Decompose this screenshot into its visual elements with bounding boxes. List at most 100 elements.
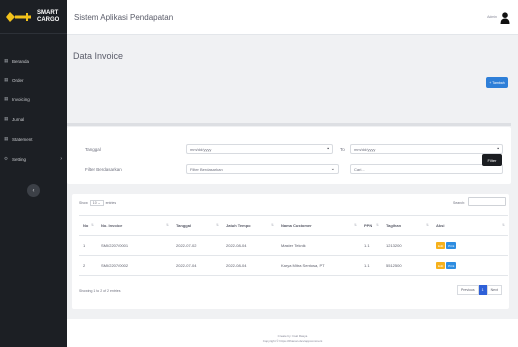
calendar-icon[interactable]: ▪: [327, 146, 329, 152]
table-search-label: Search:: [453, 201, 466, 205]
sidebar-item-order[interactable]: ▦ Order: [0, 73, 67, 87]
show-label: Show: [79, 201, 88, 205]
grid-icon: ▦: [4, 58, 9, 63]
grid-icon: ▦: [4, 96, 9, 101]
search-placeholder: Cari...: [354, 166, 365, 172]
filter-button[interactable]: Filter: [482, 154, 502, 166]
to-label: To: [340, 147, 345, 152]
invoice-table: No ⇅ No. Invoice ⇅ Tanggal ⇅ Jatuh Tempo ⇅ N…: [79, 215, 508, 276]
pagination: Previous 1 Next: [457, 285, 502, 295]
cell-tanggal: 2022-07-02: [172, 235, 222, 256]
footer-credit: Create by: Irsal Rasya: [277, 334, 308, 338]
sort-icon: ⇅: [271, 223, 274, 227]
next-page-button[interactable]: Next: [486, 285, 502, 295]
search-input[interactable]: Cari...: [350, 164, 503, 174]
col-label: Tanggal: [176, 223, 192, 228]
filter-by-select[interactable]: Filter Berdasarkan ⌄: [186, 164, 339, 174]
page-title: Data Invoice: [73, 51, 124, 61]
user-icon: [500, 11, 510, 24]
sidebar-toggle-button[interactable]: ‹: [27, 184, 40, 197]
col-tagihan[interactable]: Tagihan ⇅: [382, 215, 432, 236]
calendar-icon[interactable]: ▪: [497, 146, 499, 152]
cell-jatuh-tempo: 2022-08-04: [222, 235, 277, 256]
sidebar-item-beranda[interactable]: ▦ Beranda: [0, 54, 67, 68]
sidebar: SMART CARGO ▦ Beranda ▦ Order ▦ Invoicin…: [0, 0, 67, 347]
entries-label: entries: [105, 201, 117, 205]
cell-no: 1: [79, 235, 97, 256]
sort-icon: ⇅: [166, 223, 169, 227]
show-entries: Show 10 ⌄ entries: [79, 200, 116, 206]
table-info: Showing 1 to 2 of 2 entries: [79, 289, 121, 293]
cell-customer: Karya Mitra Sentosa, PT: [277, 255, 360, 276]
cell-ppn: 1.1: [360, 235, 382, 256]
col-aksi[interactable]: Aksi ⇅: [432, 215, 508, 236]
col-label: Jatuh Tempo: [226, 223, 251, 228]
sidebar-item-label: Setting: [12, 156, 27, 162]
app-title: Sistem Aplikasi Pendapatan: [74, 13, 174, 22]
entries-value: 10: [92, 201, 97, 205]
user-menu[interactable]: Admin: [487, 11, 510, 24]
date-to-input[interactable]: mm/dd/yyyy ▪: [350, 144, 503, 154]
cell-customer: Master Teknik: [277, 235, 360, 256]
col-tanggal[interactable]: Tanggal ⇅: [172, 215, 222, 236]
table-row: 2 SMI/2207/0002 2022-07-04 2022-08-04 Ka…: [79, 255, 508, 276]
col-no[interactable]: No ⇅: [79, 215, 97, 236]
chevron-down-icon: ⌄: [97, 201, 101, 205]
col-nama-customer[interactable]: Nama Customer ⇅: [277, 215, 360, 236]
sort-icon: ⇅: [376, 223, 379, 227]
sidebar-item-setting[interactable]: ⚙ Setting ›: [0, 152, 67, 166]
brand-name: SMART CARGO: [37, 10, 59, 24]
brand[interactable]: SMART CARGO: [0, 0, 67, 34]
print-button[interactable]: Print: [446, 262, 457, 269]
cell-invoice: SMI/2207/0001: [97, 235, 172, 256]
cell-invoice: SMI/2207/0002: [97, 255, 172, 276]
page-button[interactable]: 1: [478, 285, 487, 295]
entries-select[interactable]: 10 ⌄: [89, 200, 104, 206]
grid-icon: ▦: [4, 136, 9, 141]
sidebar-item-label: Order: [12, 77, 24, 83]
col-label: Tagihan: [386, 223, 402, 228]
cell-ppn: 1.1: [360, 255, 382, 276]
date-to-value: mm/dd/yyyy: [354, 146, 376, 152]
filter-by-label: Filter Berdasarkan: [85, 167, 122, 172]
table-search-input[interactable]: [468, 197, 506, 206]
chevron-down-icon: ⌄: [330, 166, 335, 172]
col-label: No: [83, 223, 89, 228]
date-from-value: mm/dd/yyyy: [190, 146, 212, 152]
prev-page-button[interactable]: Previous: [457, 285, 479, 295]
col-jatuh-tempo[interactable]: Jatuh Tempo ⇅: [222, 215, 277, 236]
col-ppn[interactable]: PPN ⇅: [360, 215, 382, 236]
filter-card: [67, 127, 511, 184]
col-label: No. Invoice: [101, 223, 123, 228]
sidebar-item-label: Statement: [12, 136, 33, 142]
cell-aksi: Edit Print: [432, 235, 508, 256]
footer: Create by: Irsal Rasya Copyright © https…: [67, 319, 518, 347]
grid-icon: ▦: [4, 116, 9, 121]
print-button[interactable]: Print: [446, 242, 457, 249]
edit-button[interactable]: Edit: [436, 262, 446, 269]
logo-icon: [6, 11, 32, 23]
add-invoice-button[interactable]: + Tambah: [486, 77, 508, 88]
date-from-input[interactable]: mm/dd/yyyy ▪: [186, 144, 333, 154]
table-header-row: No ⇅ No. Invoice ⇅ Tanggal ⇅ Jatuh Tempo ⇅ N…: [79, 215, 508, 236]
col-no-invoice[interactable]: No. Invoice ⇅: [97, 215, 172, 236]
user-name: Admin: [487, 15, 497, 19]
edit-button[interactable]: Edit: [436, 242, 446, 249]
col-label: Nama Customer: [281, 223, 312, 228]
print-label: Print: [448, 263, 455, 268]
cell-tanggal: 2022-07-04: [172, 255, 222, 276]
sidebar-item-invoicing[interactable]: ▦ Invoicing: [0, 92, 67, 106]
print-label: Print: [448, 243, 455, 248]
sidebar-item-label: Jurnal: [12, 116, 25, 122]
sidebar-item-statement[interactable]: ▦ Statement: [0, 132, 67, 146]
grid-icon: ▦: [4, 77, 9, 82]
sidebar-item-label: Invoicing: [12, 96, 30, 102]
edit-label: Edit: [438, 263, 444, 268]
brand-line1: SMART: [37, 9, 59, 16]
col-label: PPN: [364, 223, 373, 228]
sidebar-item-jurnal[interactable]: ▦ Jurnal: [0, 112, 67, 126]
brand-line2: CARGO: [37, 16, 60, 23]
footer-copyright: Copyright © https://dhanan.dev/appcommen…: [262, 339, 323, 343]
filter-card-header: [67, 123, 511, 126]
col-label: Aksi: [436, 223, 445, 228]
